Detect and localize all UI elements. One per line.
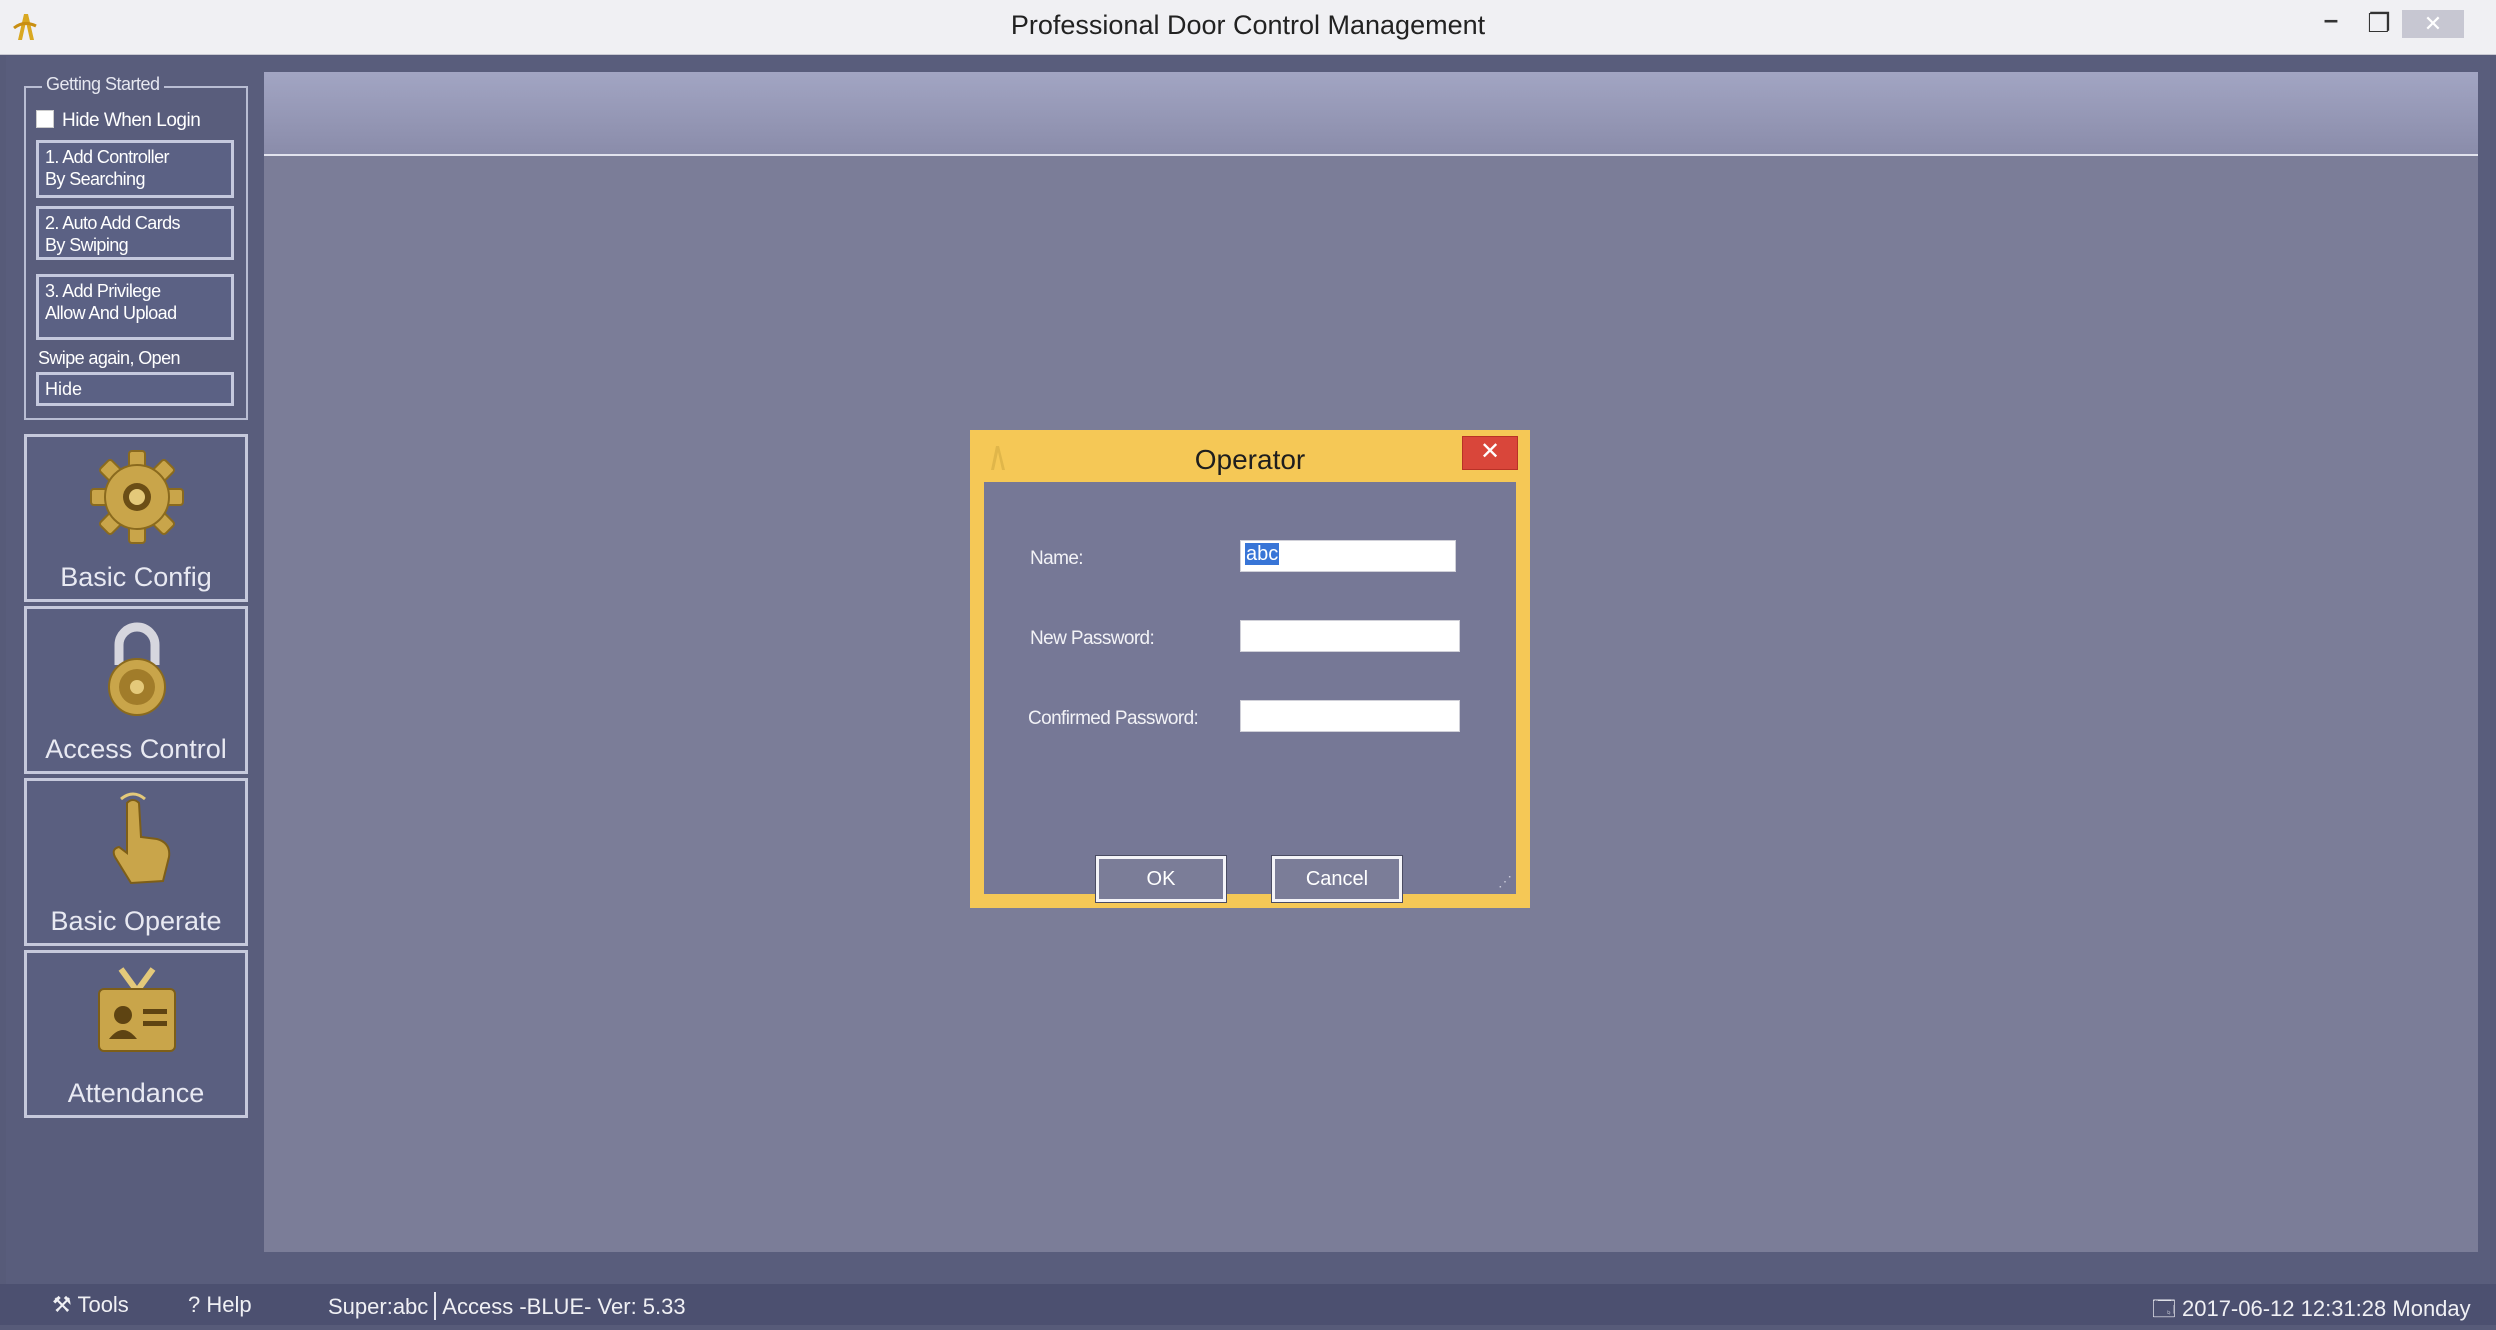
confirmed-password-input[interactable] bbox=[1240, 700, 1460, 732]
step-line: By Swiping bbox=[45, 235, 129, 255]
restore-button[interactable]: ❐ bbox=[2362, 8, 2396, 42]
confirmed-password-label: Confirmed Password: bbox=[1028, 708, 1199, 729]
dialog-close-button[interactable]: ✕ bbox=[1462, 436, 1518, 470]
new-password-label: New Password: bbox=[1030, 628, 1155, 649]
datetime-display: 🗔 2017-06-12 12:31:28 Monday bbox=[2152, 1292, 2471, 1330]
current-user: Super:abc bbox=[328, 1294, 429, 1319]
cancel-button[interactable]: Cancel bbox=[1271, 855, 1403, 903]
getting-started-legend: Getting Started bbox=[42, 74, 164, 95]
resize-grip-icon[interactable]: ⋰ bbox=[1498, 873, 1512, 890]
close-window-button[interactable]: ✕ bbox=[2402, 10, 2464, 38]
status-bar: ⚒ Tools ? Help Super:abc Access -BLUE- Ve… bbox=[0, 1284, 2496, 1325]
nav-label: Access Control bbox=[45, 734, 227, 764]
tools-icon: ⚒ bbox=[52, 1292, 72, 1317]
dialog-title: Operator bbox=[1194, 444, 1306, 475]
clock-icon: 🗔 bbox=[2152, 1296, 2176, 1321]
help-menu[interactable]: ? Help bbox=[188, 1292, 252, 1318]
step-line: Allow And Upload bbox=[45, 303, 177, 323]
status-separator bbox=[434, 1292, 437, 1320]
status-info: Super:abc Access -BLUE- Ver: 5.33 bbox=[328, 1292, 686, 1320]
new-password-input[interactable] bbox=[1240, 620, 1460, 652]
basic-operate-button[interactable]: Basic Operate bbox=[24, 778, 248, 946]
title-bar: Professional Door Control Management – ❐… bbox=[0, 0, 2496, 55]
step-add-controller-button[interactable]: 1. Add Controller By Searching bbox=[36, 140, 234, 198]
name-value: abc bbox=[1245, 543, 1280, 565]
minimize-button[interactable]: – bbox=[2318, 4, 2344, 38]
name-input[interactable]: abc bbox=[1240, 540, 1456, 572]
version-info: Access -BLUE- Ver: 5.33 bbox=[442, 1294, 686, 1319]
gear-icon bbox=[90, 450, 184, 544]
datetime-text: 2017-06-12 12:31:28 Monday bbox=[2181, 1296, 2471, 1321]
step-auto-add-cards-button[interactable]: 2. Auto Add Cards By Swiping bbox=[36, 206, 234, 260]
hide-when-login-label: Hide When Login bbox=[62, 110, 201, 131]
step-line: By Searching bbox=[45, 169, 145, 189]
help-label: Help bbox=[206, 1292, 252, 1317]
padlock-icon bbox=[108, 622, 166, 716]
step-line: 2. Auto Add Cards bbox=[45, 213, 181, 233]
step-line: 1. Add Controller bbox=[45, 147, 169, 167]
getting-started-panel: Getting Started Hide When Login 1. Add C… bbox=[24, 74, 248, 420]
nav-label: Basic Config bbox=[60, 562, 212, 592]
access-control-button[interactable]: Access Control bbox=[24, 606, 248, 774]
operator-dialog: Operator ✕ Name: abc New Password: Confi… bbox=[970, 430, 1530, 908]
ok-button[interactable]: OK bbox=[1095, 855, 1227, 903]
swipe-again-text: Swipe again, Open bbox=[38, 348, 181, 368]
dialog-body: Name: abc New Password: Confirmed Passwo… bbox=[984, 482, 1516, 903]
tools-label: Tools bbox=[77, 1292, 129, 1317]
window-title: Professional Door Control Management bbox=[1010, 10, 1486, 40]
checkbox-box[interactable] bbox=[36, 110, 54, 128]
hide-when-login-checkbox[interactable]: Hide When Login bbox=[36, 110, 201, 132]
attendance-button[interactable]: Attendance bbox=[24, 950, 248, 1118]
basic-config-button[interactable]: Basic Config bbox=[24, 434, 248, 602]
hand-pointer-icon bbox=[112, 792, 171, 885]
tools-menu[interactable]: ⚒ Tools bbox=[52, 1292, 129, 1318]
hide-button[interactable]: Hide bbox=[36, 372, 234, 406]
id-card-icon bbox=[98, 967, 176, 1052]
nav-label: Attendance bbox=[67, 1078, 205, 1108]
step-add-privilege-button[interactable]: 3. Add Privilege Allow And Upload bbox=[36, 274, 234, 340]
main-header-bar bbox=[264, 72, 2478, 156]
help-icon: ? bbox=[188, 1292, 201, 1317]
nav-label: Basic Operate bbox=[50, 906, 222, 936]
name-label: Name: bbox=[1030, 548, 1084, 569]
step-line: 3. Add Privilege bbox=[45, 281, 161, 301]
